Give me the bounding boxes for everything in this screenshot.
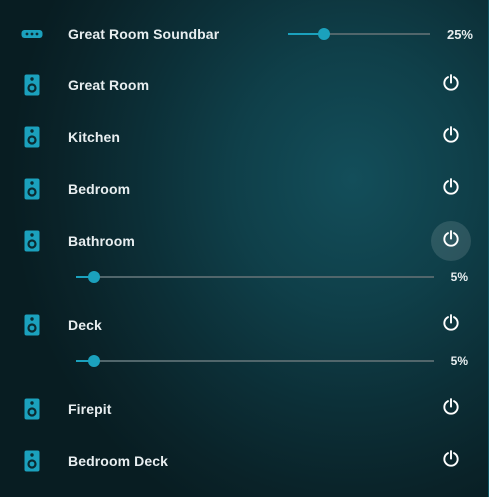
- speaker-label: Bathroom: [68, 233, 135, 249]
- power-button[interactable]: [431, 65, 471, 105]
- speaker-icon: [20, 397, 44, 421]
- speaker-icon: [20, 73, 44, 97]
- speaker-row: Firepit: [0, 389, 489, 429]
- speaker-label: Deck: [68, 317, 102, 333]
- power-icon: [441, 177, 461, 202]
- speaker-label: Bedroom Deck: [68, 453, 169, 469]
- speaker-label: Bedroom: [68, 181, 131, 197]
- media-player-group-panel: Great Room Soundbar 25% Great Room Kitch…: [0, 0, 489, 497]
- soundbar-row: Great Room Soundbar 25%: [0, 14, 489, 54]
- speaker-row: Bedroom: [0, 169, 489, 209]
- speaker-row: Deck: [0, 305, 489, 345]
- power-button[interactable]: [431, 305, 471, 345]
- slider-thumb[interactable]: [317, 28, 330, 40]
- soundbar-label: Great Room Soundbar: [68, 26, 220, 42]
- speaker-row: Bathroom: [0, 221, 489, 261]
- deck-volume-slider[interactable]: [76, 353, 434, 369]
- power-icon: [441, 313, 461, 338]
- power-button[interactable]: [431, 221, 471, 261]
- speaker-label: Great Room: [68, 77, 150, 93]
- speaker-row: Kitchen: [0, 117, 489, 157]
- speaker-label: Kitchen: [68, 129, 121, 145]
- power-button[interactable]: [431, 169, 471, 209]
- speaker-icon: [20, 449, 44, 473]
- power-icon: [441, 449, 461, 474]
- power-icon: [441, 229, 461, 254]
- speaker-icon: [20, 229, 44, 253]
- soundbar-icon: [20, 22, 44, 46]
- speaker-row: Bedroom Deck: [0, 441, 489, 481]
- soundbar-volume-slider[interactable]: [288, 26, 430, 42]
- speaker-row: Great Room: [0, 65, 489, 105]
- power-button[interactable]: [431, 117, 471, 157]
- soundbar-volume-value: 25%: [446, 27, 473, 42]
- power-icon: [441, 397, 461, 422]
- speaker-icon: [20, 313, 44, 337]
- speaker-icon: [20, 125, 44, 149]
- slider-track: [76, 276, 434, 278]
- bathroom-volume-value: 5%: [450, 270, 468, 284]
- bathroom-volume-slider[interactable]: [76, 269, 434, 285]
- power-button[interactable]: [431, 389, 471, 429]
- slider-thumb[interactable]: [87, 271, 100, 283]
- slider-thumb[interactable]: [87, 355, 100, 367]
- deck-volume-value: 5%: [450, 354, 468, 368]
- power-icon: [441, 73, 461, 98]
- speaker-icon: [20, 177, 44, 201]
- power-icon: [441, 125, 461, 150]
- slider-track: [76, 360, 434, 362]
- speaker-label: Firepit: [68, 401, 112, 417]
- power-button[interactable]: [431, 441, 471, 481]
